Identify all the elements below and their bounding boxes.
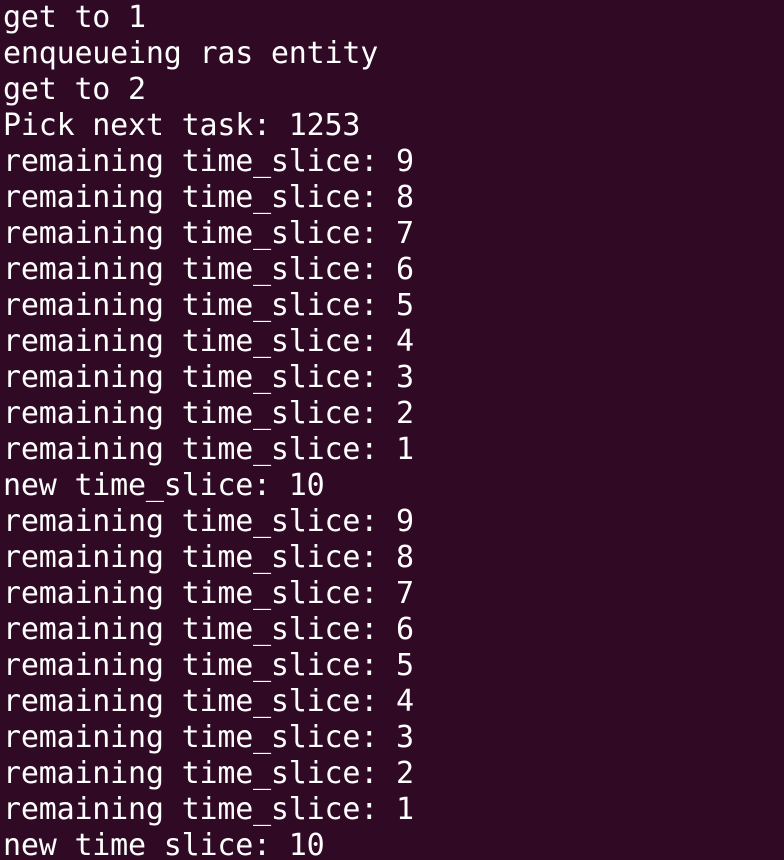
terminal-line: remaining time_slice: 8 bbox=[3, 540, 414, 575]
terminal-line: remaining time_slice: 6 bbox=[3, 612, 414, 647]
terminal-line: enqueueing ras entity bbox=[3, 36, 379, 71]
terminal-line: new time_slice: 10 bbox=[3, 828, 325, 860]
terminal-line: remaining time_slice: 1 bbox=[3, 792, 414, 827]
terminal-window[interactable]: get to 1 enqueueing ras entity get to 2 Pic… bbox=[0, 0, 784, 860]
terminal-line: remaining time_slice: 9 bbox=[3, 504, 414, 539]
terminal-line: Pick next task: 1253 bbox=[3, 108, 361, 143]
terminal-line: remaining time_slice: 4 bbox=[3, 684, 414, 719]
terminal-line: remaining time_slice: 1 bbox=[3, 432, 414, 467]
terminal-line: remaining time_slice: 3 bbox=[3, 360, 414, 395]
terminal-line: remaining time_slice: 8 bbox=[3, 180, 414, 215]
terminal-line: remaining time_slice: 2 bbox=[3, 396, 414, 431]
terminal-line: remaining time_slice: 4 bbox=[3, 324, 414, 359]
terminal-line: remaining time_slice: 5 bbox=[3, 648, 414, 683]
terminal-line: remaining time_slice: 7 bbox=[3, 216, 414, 251]
terminal-line: remaining time_slice: 3 bbox=[3, 720, 414, 755]
terminal-line: get to 1 bbox=[3, 0, 146, 35]
terminal-output: get to 1 enqueueing ras entity get to 2 Pic… bbox=[3, 0, 414, 860]
terminal-line: remaining time_slice: 2 bbox=[3, 756, 414, 791]
terminal-line: remaining time_slice: 9 bbox=[3, 144, 414, 179]
terminal-line: get to 2 bbox=[3, 72, 146, 107]
terminal-line: remaining time_slice: 5 bbox=[3, 288, 414, 323]
terminal-line: new time_slice: 10 bbox=[3, 468, 325, 503]
terminal-line: remaining time_slice: 7 bbox=[3, 576, 414, 611]
terminal-line: remaining time_slice: 6 bbox=[3, 252, 414, 287]
